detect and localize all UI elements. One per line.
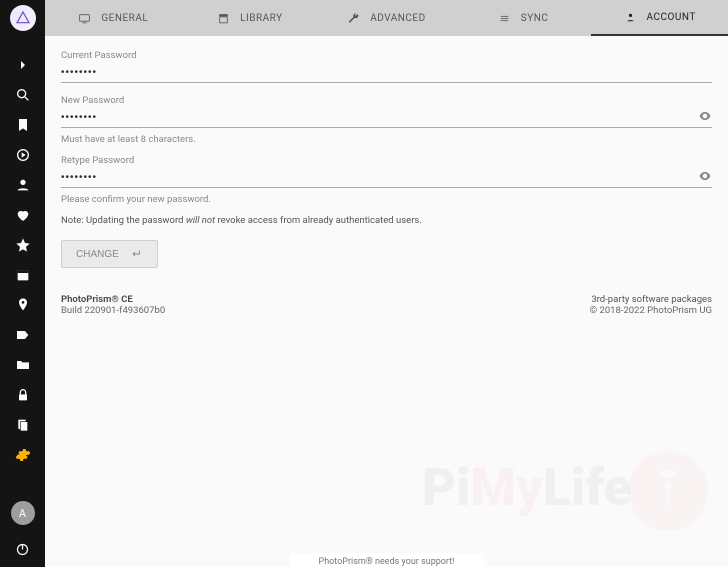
- settings-tabs: GENERAL LIBRARY ADVANCED SYNC ACCOUNT: [45, 0, 728, 36]
- display-icon: [78, 12, 91, 25]
- button-label: CHANGE: [76, 249, 119, 260]
- visibility-icon[interactable]: [698, 109, 712, 123]
- tab-sync[interactable]: SYNC: [455, 0, 592, 36]
- change-password-button[interactable]: CHANGE: [61, 240, 158, 268]
- tab-account[interactable]: ACCOUNT: [591, 0, 728, 36]
- nav-bookmarks[interactable]: [0, 110, 45, 140]
- archive-icon: [217, 12, 230, 25]
- app-brand: PhotoPrism® CE: [61, 294, 165, 305]
- tab-label: ADVANCED: [370, 13, 425, 24]
- nav-private[interactable]: [0, 380, 45, 410]
- folder-icon: [15, 357, 31, 373]
- nav-places[interactable]: [0, 290, 45, 320]
- visibility-icon[interactable]: [698, 169, 712, 183]
- current-password-input[interactable]: [61, 65, 712, 82]
- nav-calendar[interactable]: [0, 260, 45, 290]
- nav-logout[interactable]: [0, 531, 45, 567]
- nav-search[interactable]: [0, 80, 45, 110]
- files-icon: [15, 417, 31, 433]
- nav-favorites-heart[interactable]: [0, 200, 45, 230]
- watermark: PiMyLife ↑: [422, 447, 708, 527]
- nav-people[interactable]: [0, 170, 45, 200]
- app-logo[interactable]: [0, 0, 45, 36]
- new-password-label: New Password: [61, 95, 712, 106]
- gear-icon: [15, 447, 31, 463]
- retype-password-input[interactable]: [61, 170, 712, 187]
- packages-link[interactable]: 3rd-party software packages: [591, 294, 712, 305]
- search-icon: [15, 87, 31, 103]
- heart-icon: [15, 207, 31, 223]
- tab-library[interactable]: LIBRARY: [182, 0, 319, 36]
- nav-folders[interactable]: [0, 350, 45, 380]
- enter-icon: [129, 247, 143, 261]
- label-icon: [15, 327, 31, 343]
- chevron-right-icon: [15, 57, 31, 73]
- nav-labels[interactable]: [0, 320, 45, 350]
- tab-label: LIBRARY: [240, 13, 282, 24]
- tab-label: ACCOUNT: [647, 12, 696, 23]
- current-password-label: Current Password: [61, 50, 712, 61]
- app-build: Build 220901-f493607b0: [61, 305, 165, 316]
- wrench-icon: [347, 12, 360, 25]
- new-password-hint: Must have at least 8 characters.: [61, 134, 712, 145]
- tab-general[interactable]: GENERAL: [45, 0, 182, 36]
- sidebar: A: [0, 0, 45, 567]
- nav-videos[interactable]: [0, 140, 45, 170]
- support-banner[interactable]: PhotoPrism® needs your support!: [289, 553, 485, 567]
- power-icon: [15, 542, 30, 557]
- play-circle-icon: [15, 147, 31, 163]
- lock-icon: [15, 387, 31, 403]
- bookmark-icon: [15, 117, 31, 133]
- account-settings-panel: Current Password New Password Must have …: [45, 36, 728, 567]
- tab-label: SYNC: [521, 13, 549, 24]
- tab-advanced[interactable]: ADVANCED: [318, 0, 455, 36]
- nav-settings[interactable]: [0, 440, 45, 470]
- calendar-icon: [15, 267, 31, 283]
- tab-label: GENERAL: [101, 13, 148, 24]
- retype-password-hint: Please confirm your new password.: [61, 194, 712, 205]
- sync-icon: [498, 12, 511, 25]
- nav-expand[interactable]: [0, 50, 45, 80]
- user-avatar[interactable]: A: [11, 501, 35, 525]
- nav-favorites-star[interactable]: [0, 230, 45, 260]
- person-icon: [15, 177, 31, 193]
- copyright: © 2018-2022 PhotoPrism UG: [590, 305, 712, 316]
- nav-library[interactable]: [0, 410, 45, 440]
- retype-password-label: Retype Password: [61, 155, 712, 166]
- star-icon: [15, 237, 31, 253]
- new-password-input[interactable]: [61, 110, 712, 127]
- account-icon: [624, 11, 637, 24]
- password-note: Note: Updating the password will not rev…: [61, 215, 712, 226]
- place-icon: [15, 297, 31, 313]
